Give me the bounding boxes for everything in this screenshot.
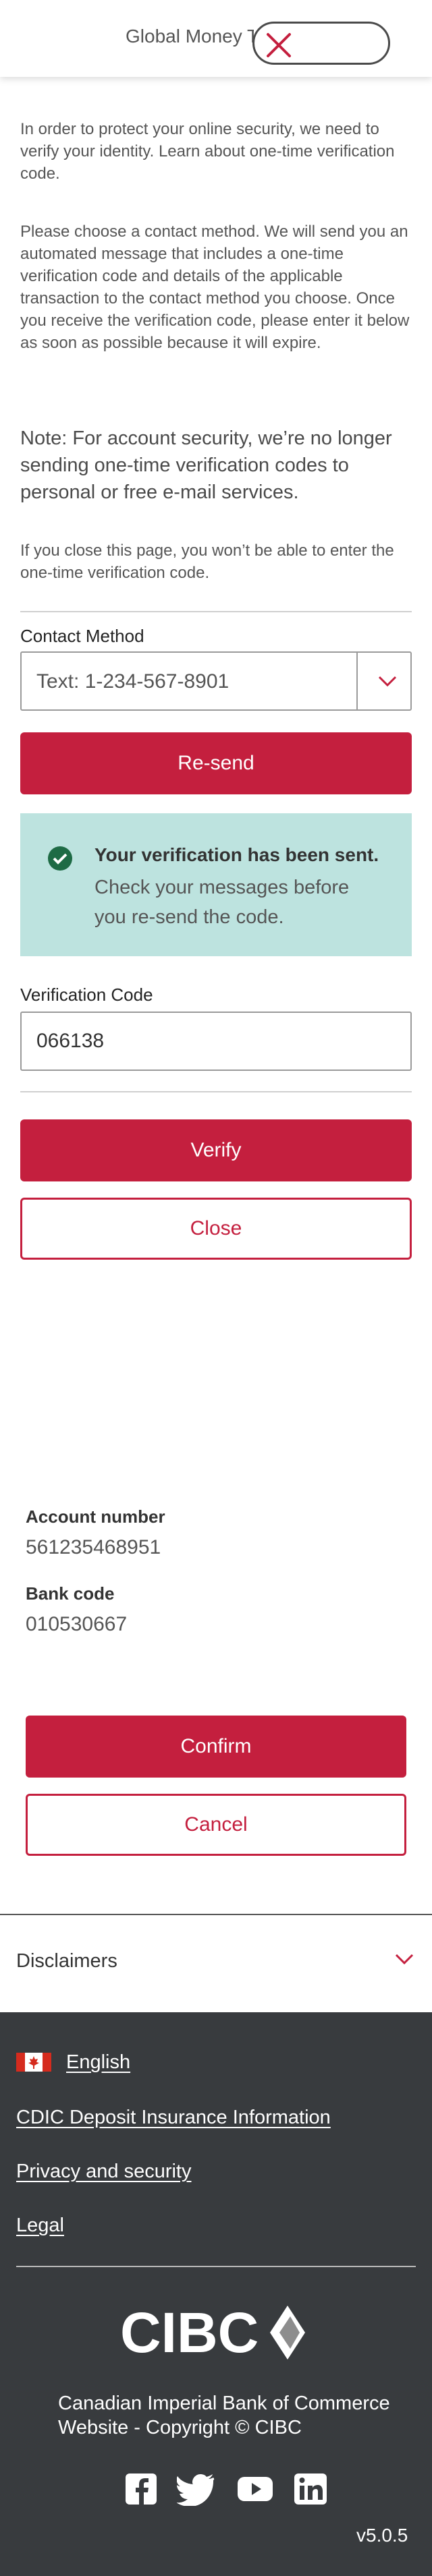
account-number-label: Account number — [26, 1506, 165, 1527]
logo-text: CIBC — [120, 2302, 259, 2363]
success-message: Your verification has been sent. Check y… — [20, 813, 412, 956]
chevron-down-icon[interactable] — [394, 1952, 414, 1966]
copyright-line-1: Canadian Imperial Bank of Commerce — [58, 2393, 390, 2414]
twitter-icon[interactable] — [177, 2472, 215, 2506]
bank-code-label: Bank code — [26, 1583, 115, 1604]
select-divider — [356, 653, 358, 709]
cancel-button[interactable]: Cancel — [26, 1794, 406, 1856]
cdic-link[interactable]: CDIC Deposit Insurance Information — [16, 2107, 331, 2129]
disclaimers-toggle[interactable]: Disclaimers — [16, 1950, 117, 1972]
account-number-value: 561235468951 — [26, 1536, 161, 1558]
contact-method-value: Text: 1-234-567-8901 — [36, 670, 230, 693]
bank-code-value: 010530667 — [26, 1613, 128, 1635]
success-body: Check your messages before you re-send t… — [94, 877, 350, 928]
canada-flag-icon — [16, 2053, 51, 2072]
divider — [20, 1091, 412, 1092]
instructions-text: Please choose a contact method. We will … — [20, 223, 410, 352]
check-circle-icon — [48, 846, 72, 871]
note-text: Note: For account security, we’re no lon… — [20, 428, 392, 503]
close-warning-text: If you close this page, you won’t be abl… — [20, 541, 394, 582]
close-dialog-button[interactable] — [252, 22, 390, 65]
confirm-button[interactable]: Confirm — [26, 1716, 406, 1778]
language-link[interactable]: English — [66, 2051, 130, 2074]
disclaimers-divider — [0, 1914, 432, 1915]
linkedin-icon[interactable] — [294, 2472, 327, 2506]
footer: English CDIC Deposit Insurance Informati… — [0, 2012, 432, 2576]
contact-method-label: Contact Method — [20, 626, 144, 646]
success-title: Your verification has been sent. — [94, 844, 379, 865]
page-title: Global Money Transfer — [126, 26, 254, 47]
facebook-icon[interactable] — [126, 2472, 157, 2506]
chevron-down-icon — [378, 676, 397, 687]
resend-button[interactable]: Re-send — [20, 732, 412, 794]
privacy-link[interactable]: Privacy and security — [16, 2161, 192, 2183]
divider — [20, 611, 412, 612]
close-button[interactable]: Close — [20, 1198, 412, 1260]
copyright-line-2: Website - Copyright © CIBC — [58, 2417, 302, 2438]
legal-link[interactable]: Legal — [16, 2215, 64, 2237]
footer-divider — [16, 2266, 416, 2267]
app-header: Global Money Transfer — [0, 0, 432, 77]
verify-button[interactable]: Verify — [20, 1119, 412, 1181]
verification-code-input[interactable] — [20, 1012, 412, 1071]
version-text: v5.0.5 — [356, 2525, 408, 2546]
cibc-logo: CIBC — [120, 2302, 305, 2363]
close-icon — [267, 33, 291, 57]
verification-code-label: Verification Code — [20, 985, 153, 1005]
copyright-text: Canadian Imperial Bank of Commerce Websi… — [58, 2391, 409, 2440]
intro-text: In order to protect your online security… — [20, 120, 395, 183]
youtube-icon[interactable] — [238, 2472, 273, 2506]
contact-method-select[interactable]: Text: 1-234-567-8901 — [20, 651, 412, 711]
